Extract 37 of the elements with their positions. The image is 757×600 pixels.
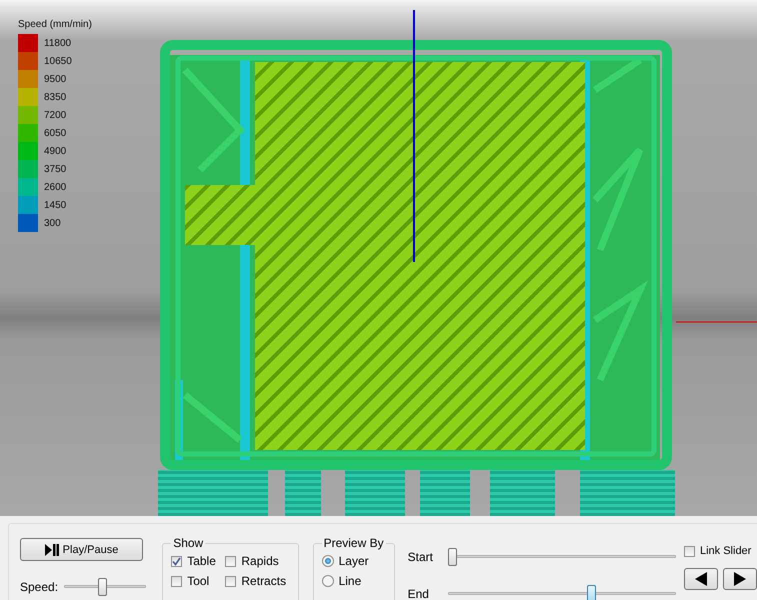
previous-button[interactable] (684, 568, 718, 590)
group-title: Preview By (322, 536, 385, 550)
legend-label: 3750 (44, 164, 66, 174)
legend-label: 300 (44, 218, 61, 228)
legend-label: 1450 (44, 200, 66, 210)
preview-radio[interactable]: Line (322, 574, 386, 588)
legend-label: 6050 (44, 128, 66, 138)
link-sliders-checkbox[interactable]: Link Slider (684, 545, 757, 557)
legend-label: 9500 (44, 74, 66, 84)
legend-label: 4900 (44, 146, 66, 156)
preview-radio[interactable]: Layer (322, 554, 386, 568)
range-label: End (408, 587, 430, 600)
right-triangle-icon (734, 572, 746, 586)
group-title: Show (172, 536, 204, 550)
slider-thumb[interactable] (587, 585, 596, 600)
check-icon (172, 556, 182, 566)
play-pause-button[interactable]: Play/Pause (20, 538, 143, 561)
range-slider[interactable] (448, 585, 676, 600)
show-checkbox[interactable]: Retracts (225, 574, 290, 588)
legend-label: 11800 (44, 38, 72, 48)
range-label: Start (408, 550, 434, 564)
slider-thumb[interactable] (448, 548, 457, 566)
legend-label: 2600 (44, 182, 66, 192)
speed-label: Speed: (20, 580, 58, 594)
range-slider[interactable] (448, 548, 676, 566)
left-triangle-icon (694, 572, 707, 586)
speed-slider[interactable] (64, 578, 146, 596)
show-checkbox[interactable]: Table (171, 554, 220, 568)
slider-thumb[interactable] (98, 578, 108, 596)
legend-title: Speed (mm/min) (18, 19, 92, 30)
show-checkbox[interactable]: Tool (171, 574, 220, 588)
play-pause-icon (44, 544, 59, 556)
legend-label: 8350 (44, 92, 66, 102)
show-checkbox[interactable]: Rapids (225, 554, 290, 568)
next-button[interactable] (722, 568, 757, 590)
legend-label: 10650 (44, 56, 72, 66)
legend-label: 7200 (44, 110, 66, 120)
